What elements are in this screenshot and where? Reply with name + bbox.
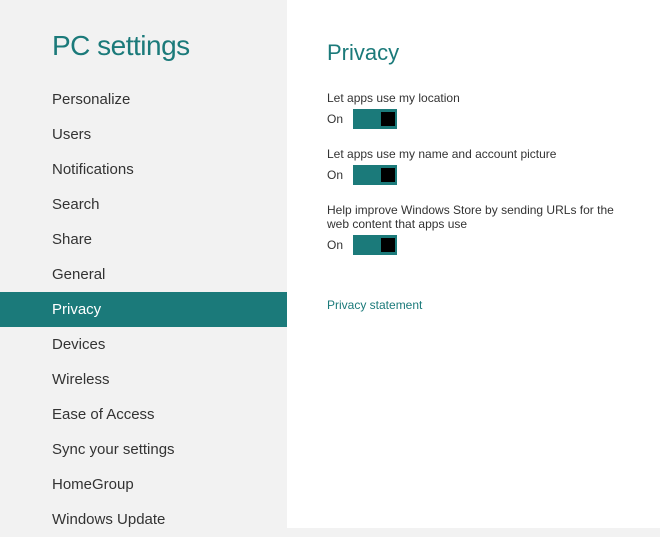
- setting-row-improve-store: Help improve Windows Store by sending UR…: [327, 203, 630, 255]
- toggle-knob-location: [381, 112, 395, 126]
- setting-label-location: Let apps use my location: [327, 91, 630, 105]
- sidebar-item-devices[interactable]: Devices: [0, 327, 287, 362]
- toggle-improve-store[interactable]: [353, 235, 397, 255]
- sidebar-item-general[interactable]: General: [0, 257, 287, 292]
- sidebar: PC settings PersonalizeUsersNotification…: [0, 0, 287, 528]
- sidebar-item-share[interactable]: Share: [0, 222, 287, 257]
- setting-value-row-account-picture: On: [327, 165, 630, 185]
- sidebar-item-notifications[interactable]: Notifications: [0, 152, 287, 187]
- sidebar-item-personalize[interactable]: Personalize: [0, 82, 287, 117]
- toggle-knob-improve-store: [381, 238, 395, 252]
- setting-label-improve-store: Help improve Windows Store by sending UR…: [327, 203, 630, 231]
- page-title: Privacy: [327, 40, 630, 66]
- sidebar-item-wireless[interactable]: Wireless: [0, 362, 287, 397]
- settings-list: Let apps use my locationOnLet apps use m…: [327, 91, 630, 255]
- setting-on-label-location: On: [327, 112, 343, 126]
- setting-label-account-picture: Let apps use my name and account picture: [327, 147, 630, 161]
- sidebar-item-privacy[interactable]: Privacy: [0, 292, 287, 327]
- sidebar-item-search[interactable]: Search: [0, 187, 287, 222]
- nav-list: PersonalizeUsersNotificationsSearchShare…: [0, 82, 287, 537]
- sidebar-item-sync-your-settings[interactable]: Sync your settings: [0, 432, 287, 467]
- app-title: PC settings: [0, 20, 287, 82]
- setting-value-row-location: On: [327, 109, 630, 129]
- privacy-statement-link[interactable]: Privacy statement: [327, 298, 422, 312]
- sidebar-item-users[interactable]: Users: [0, 117, 287, 152]
- toggle-location[interactable]: [353, 109, 397, 129]
- toggle-knob-account-picture: [381, 168, 395, 182]
- sidebar-item-windows-update[interactable]: Windows Update: [0, 502, 287, 537]
- setting-row-location: Let apps use my location On: [327, 91, 630, 129]
- main-content: Privacy Let apps use my locationOnLet ap…: [287, 0, 660, 528]
- setting-value-row-improve-store: On: [327, 235, 630, 255]
- setting-row-account-picture: Let apps use my name and account picture…: [327, 147, 630, 185]
- sidebar-item-homegroup[interactable]: HomeGroup: [0, 467, 287, 502]
- setting-on-label-improve-store: On: [327, 238, 343, 252]
- sidebar-item-ease-of-access[interactable]: Ease of Access: [0, 397, 287, 432]
- setting-on-label-account-picture: On: [327, 168, 343, 182]
- toggle-account-picture[interactable]: [353, 165, 397, 185]
